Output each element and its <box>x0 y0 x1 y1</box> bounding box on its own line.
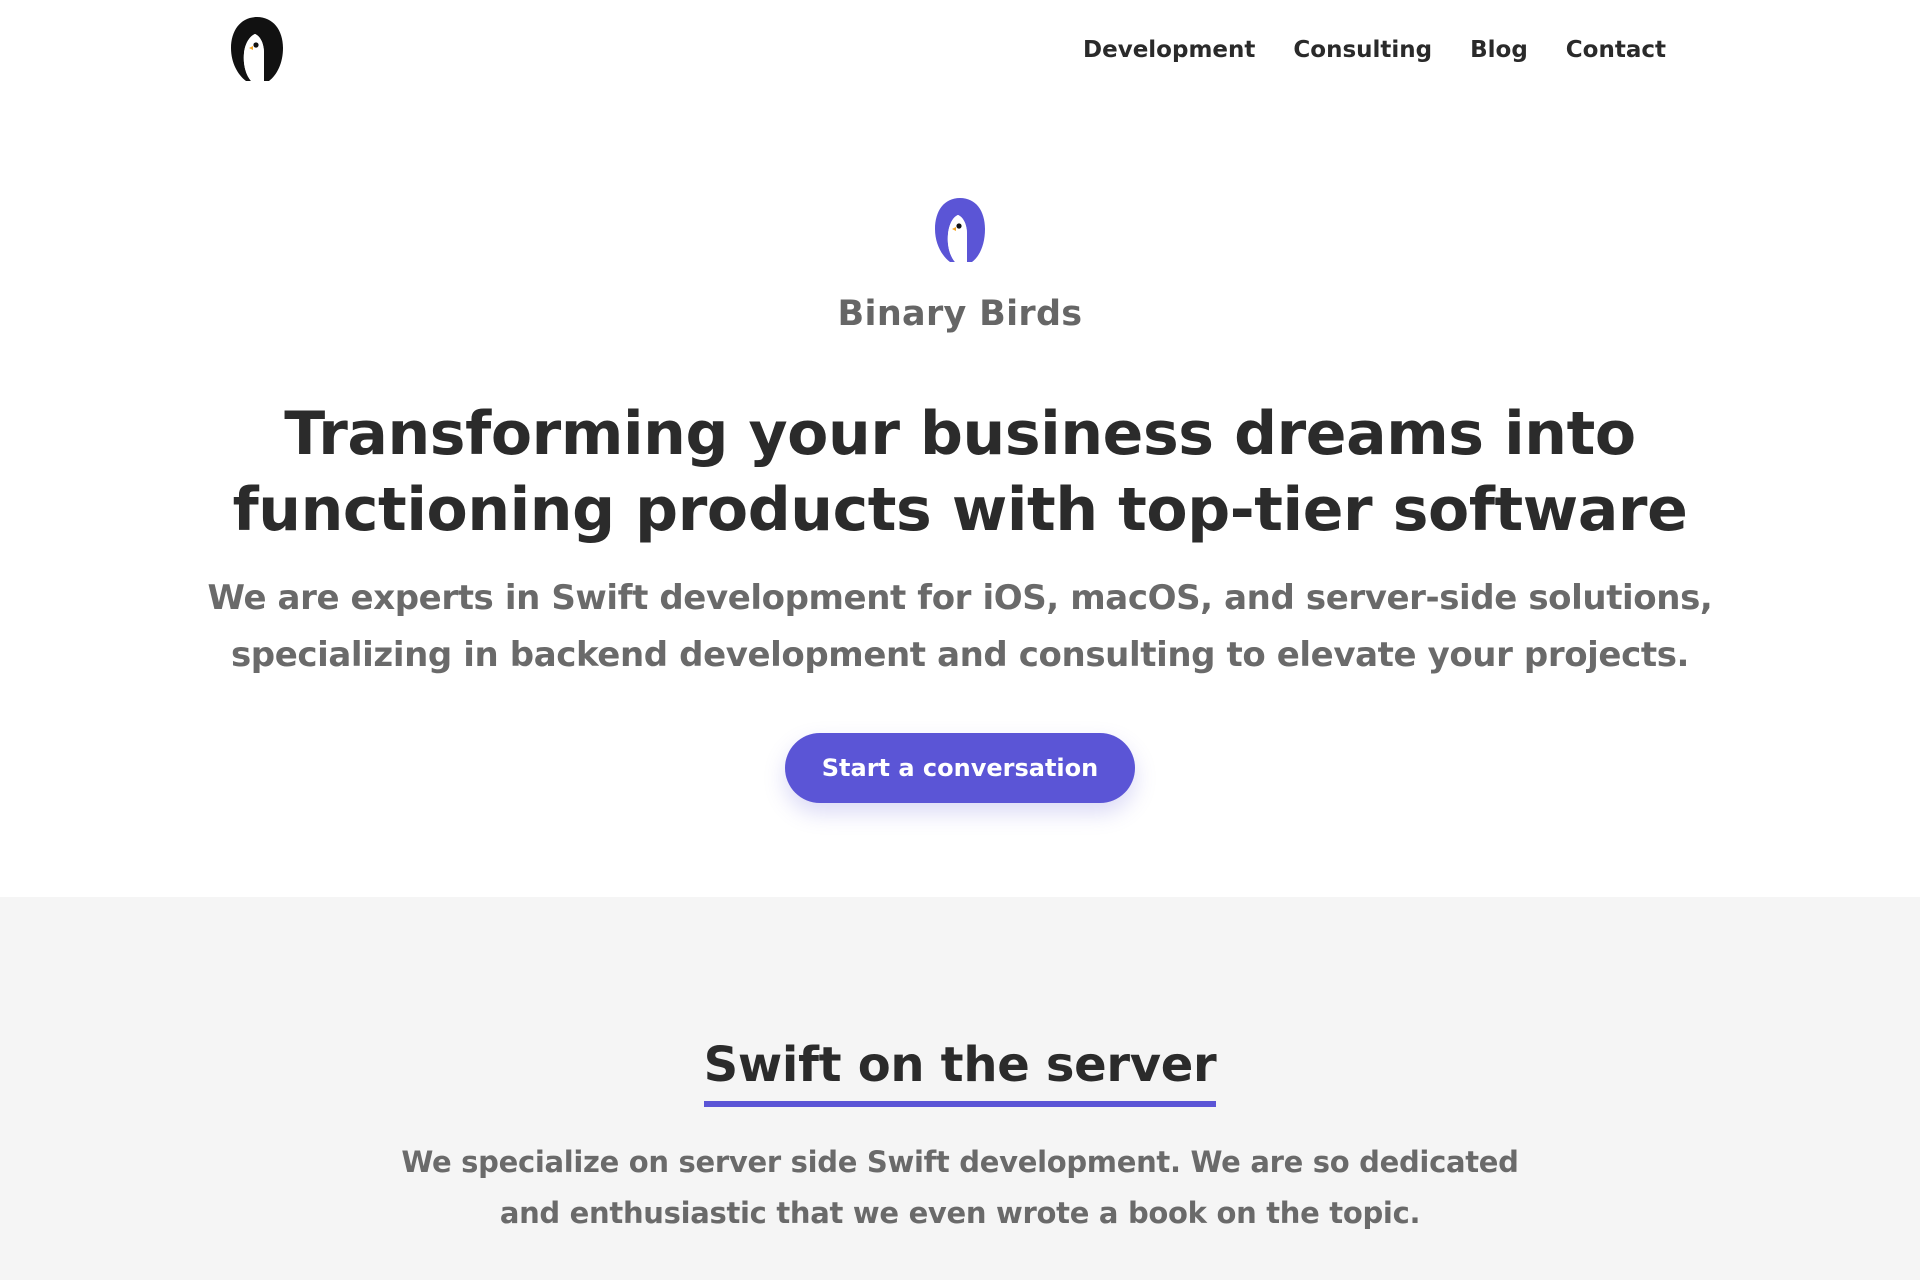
nav-link-blog[interactable]: Blog <box>1470 30 1528 70</box>
page: Development Consulting Blog Contact Bina… <box>0 0 1920 1280</box>
logo-home-link[interactable] <box>228 15 286 83</box>
bird-logo-icon <box>231 17 283 81</box>
site-header: Development Consulting Blog Contact <box>0 0 1920 100</box>
section-title-wrap: Swift on the server <box>0 1037 1920 1107</box>
hero-subtitle: We are experts in Swift development for … <box>207 578 1713 675</box>
start-conversation-button[interactable]: Start a conversation <box>785 733 1135 803</box>
nav-link-consulting[interactable]: Consulting <box>1293 30 1432 70</box>
bird-logo-icon <box>935 198 985 262</box>
nav-link-development[interactable]: Development <box>1083 30 1255 70</box>
hero-logo <box>932 196 988 264</box>
hero-title: Transforming your business dreams into f… <box>232 399 1688 545</box>
swift-server-section: Swift on the server We specialize on ser… <box>0 897 1920 1280</box>
brand-name: Binary Birds <box>837 294 1083 334</box>
nav-link-contact[interactable]: Contact <box>1566 30 1666 70</box>
hero-section: Binary Birds Transforming your business … <box>0 100 1920 897</box>
main-nav: Development Consulting Blog Contact <box>1083 30 1666 70</box>
section-title: Swift on the server <box>703 1037 1217 1107</box>
section-text: We specialize on server side Swift devel… <box>401 1145 1519 1230</box>
